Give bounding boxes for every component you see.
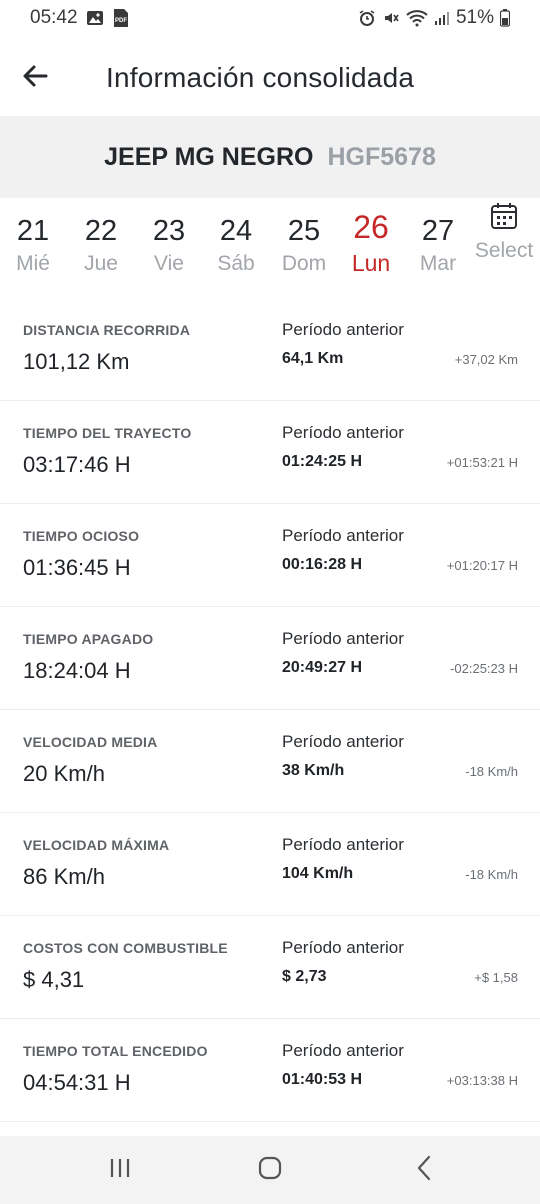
select-date-button[interactable]: Select [472,202,536,263]
home-button[interactable] [230,1136,310,1204]
recent-apps-icon [108,1157,132,1184]
day-number: 23 [152,215,186,247]
day-number: 26 [353,209,389,245]
system-nav-bar [0,1136,540,1204]
metric-row: DISTANCIA RECORRIDA 101,12 Km Período an… [0,298,540,401]
day-number: 27 [421,215,455,247]
status-time: 05:42 [30,7,78,28]
pdf-icon: PDF [112,8,130,28]
day-number: 22 [84,215,118,247]
recent-apps-button[interactable] [80,1136,160,1204]
previous-period-label: Período anterior [282,1041,404,1060]
app-header: Información consolidada [0,40,540,116]
signal-icon [434,10,450,26]
metric-value: 20 Km/h [23,761,105,786]
mute-icon [382,9,400,27]
metric-row: TIEMPO APAGADO 18:24:04 H Período anteri… [0,607,540,710]
select-date-label: Select [474,239,534,262]
metric-delta: +01:20:17 H [446,558,518,573]
metric-row: TIEMPO DEL TRAYECTO 03:17:46 H Período a… [0,401,540,504]
metric-label: VELOCIDAD MEDIA [23,734,158,750]
date-item-25[interactable]: 25 Dom [274,214,334,276]
status-bar: 05:42 PDF 51% [0,0,540,36]
previous-period-value: 01:24:25 H [282,453,363,470]
day-name: Mar [419,252,457,275]
day-number: 25 [287,215,321,247]
previous-period-value: 104 Km/h [282,865,354,882]
page-title: Información consolidada [106,62,415,93]
day-number: 24 [219,215,253,247]
image-icon [86,9,104,27]
metric-value: 04:54:31 H [23,1070,131,1095]
previous-period-value: 00:16:28 H [282,556,363,573]
vehicle-name: JEEP MG NEGRO [104,142,314,171]
calendar-icon [490,203,518,234]
wifi-icon [406,9,428,27]
arrow-left-icon [22,64,48,93]
vehicle-banner: JEEP MG NEGRO HGF5678 [0,116,540,198]
previous-period-label: Período anterior [282,320,404,339]
vehicle-plate: HGF5678 [327,142,436,171]
metric-label: COSTOS CON COMBUSTIBLE [23,940,228,956]
day-number: 21 [16,215,50,247]
metric-label: TIEMPO OCIOSO [23,528,140,544]
metric-delta: -18 Km/h [465,867,518,882]
alarm-icon [358,9,376,27]
metric-label: TIEMPO DEL TRAYECTO [23,425,192,441]
date-item-21[interactable]: 21 Mié [3,214,63,276]
metric-delta: -18 Km/h [465,764,518,779]
day-name: Jue [84,252,118,275]
nav-back-icon [416,1155,432,1186]
metric-delta: +03:13:38 H [446,1073,518,1088]
metric-value: 18:24:04 H [23,658,131,683]
previous-period-label: Período anterior [282,835,404,854]
metric-row: TIEMPO OCIOSO 01:36:45 H Período anterio… [0,504,540,607]
battery-percent: 51% [455,7,494,28]
day-name: Dom [281,252,327,275]
day-name: Mié [16,252,50,275]
metric-row: VELOCIDAD MEDIA 20 Km/h Período anterior… [0,710,540,813]
metric-delta: +$ 1,58 [474,970,518,985]
home-icon [258,1156,282,1185]
metric-value: 86 Km/h [23,864,105,889]
system-back-button[interactable] [384,1136,464,1204]
date-item-24[interactable]: 24 Sáb [206,214,266,276]
back-button[interactable] [0,40,70,116]
previous-period-value: 38 Km/h [282,762,345,779]
previous-period-value: 64,1 Km [282,350,344,367]
metric-label: VELOCIDAD MÁXIMA [23,837,170,853]
metric-delta: +37,02 Km [454,352,518,367]
date-item-26-selected[interactable]: 26 Lun [341,210,401,277]
previous-period-label: Período anterior [282,938,404,957]
date-strip: 21 Mié 22 Jue 23 Vie 24 Sáb 25 Dom 26 Lu… [0,198,540,298]
date-item-22[interactable]: 22 Jue [71,214,131,276]
metrics-list: DISTANCIA RECORRIDA 101,12 Km Período an… [0,298,540,1122]
day-name: Sáb [217,252,255,275]
previous-period-label: Período anterior [282,732,404,751]
metric-label: DISTANCIA RECORRIDA [23,322,191,338]
date-item-23[interactable]: 23 Vie [139,214,199,276]
day-name: Lun [351,250,391,276]
date-item-27[interactable]: 27 Mar [408,214,468,276]
metric-value: $ 4,31 [23,967,85,992]
metric-label: TIEMPO APAGADO [23,631,154,647]
metric-delta: -02:25:23 H [450,661,518,676]
metric-value: 01:36:45 H [23,555,131,580]
previous-period-label: Período anterior [282,423,404,442]
day-name: Vie [154,252,184,275]
metric-value: 03:17:46 H [23,452,131,477]
pdf-icon-text: PDF [115,18,127,24]
metric-row: TIEMPO TOTAL ENCEDIDO 04:54:31 H Período… [0,1019,540,1122]
metric-label: TIEMPO TOTAL ENCEDIDO [23,1043,208,1059]
metric-row: COSTOS CON COMBUSTIBLE $ 4,31 Período an… [0,916,540,1019]
previous-period-value: 20:49:27 H [282,659,363,676]
metric-value: 101,12 Km [23,349,130,374]
previous-period-value: 01:40:53 H [282,1071,363,1088]
metric-delta: +01:53:21 H [446,455,518,470]
previous-period-label: Período anterior [282,526,404,545]
battery-icon [500,9,510,27]
previous-period-value: $ 2,73 [282,968,327,985]
previous-period-label: Período anterior [282,629,404,648]
metric-row: VELOCIDAD MÁXIMA 86 Km/h Período anterio… [0,813,540,916]
